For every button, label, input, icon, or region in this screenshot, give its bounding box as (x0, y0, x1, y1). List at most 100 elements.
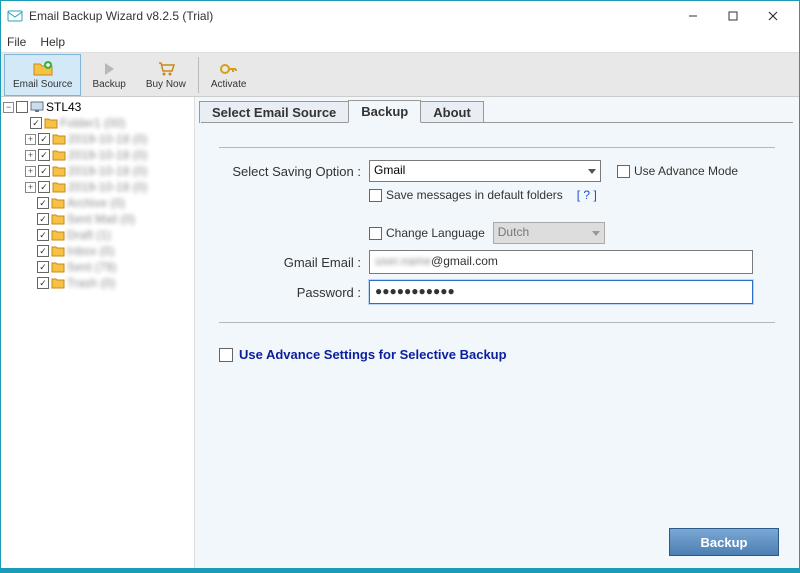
change-language-row: Change Language (369, 226, 485, 240)
folder-icon (51, 213, 65, 225)
tree-item[interactable]: Sent Mail (0) (1, 211, 194, 227)
tree-item-label: Folder1 (00) (60, 116, 125, 130)
menu-file[interactable]: File (7, 35, 26, 49)
advance-mode-checkbox[interactable] (617, 165, 630, 178)
tree-item[interactable]: + 2019-10-18 (0) (1, 131, 194, 147)
checkbox[interactable] (37, 197, 49, 209)
tabs: Select Email Source Backup About (199, 99, 793, 123)
folder-icon (52, 165, 66, 177)
advance-settings-label: Use Advance Settings for Selective Backu… (239, 347, 507, 362)
titlebar: Email Backup Wizard v8.2.5 (Trial) (1, 1, 799, 31)
key-icon (219, 60, 239, 78)
row-saving-option: Select Saving Option : Gmail Use Advance… (219, 160, 775, 182)
tree-item-label: Archive (0) (67, 196, 125, 210)
row-password: Password : ●●●●●●●●●●● (219, 280, 775, 304)
checkbox[interactable] (37, 261, 49, 273)
expand-icon[interactable]: + (25, 134, 36, 145)
save-default-row: Save messages in default folders [ ? ] (369, 188, 597, 202)
tree-item-label: Draft (1) (67, 228, 111, 242)
gmail-email-label: Gmail Email : (219, 255, 369, 270)
tree-item[interactable]: Archive (0) (1, 195, 194, 211)
tree-item[interactable]: Draft (1) (1, 227, 194, 243)
folder-icon (52, 181, 66, 193)
spacer (17, 118, 28, 129)
toolbar: Email Source Backup Buy Now Activate (1, 53, 799, 97)
folder-icon (44, 117, 58, 129)
cart-icon (156, 60, 176, 78)
checkbox[interactable] (38, 133, 50, 145)
tool-label: Backup (92, 79, 125, 90)
maximize-button[interactable] (713, 2, 753, 30)
saving-option-select[interactable]: Gmail (369, 160, 601, 182)
checkbox[interactable] (37, 229, 49, 241)
tool-buy-now[interactable]: Buy Now (137, 54, 195, 96)
folder-plus-icon (33, 60, 53, 78)
tree-item[interactable]: Folder1 (00) (1, 115, 194, 131)
divider (219, 147, 775, 148)
close-button[interactable] (753, 2, 793, 30)
tree-item[interactable]: Inbox (0) (1, 243, 194, 259)
tree-item-label: Trash (0) (67, 276, 115, 290)
tree-item-label: 2019-10-18 (0) (68, 148, 147, 162)
expand-icon[interactable]: + (25, 150, 36, 161)
bottom-bar: Backup (669, 528, 779, 556)
checkbox[interactable] (38, 181, 50, 193)
language-select[interactable]: Dutch (493, 222, 605, 244)
checkbox[interactable] (37, 277, 49, 289)
menubar: File Help (1, 31, 799, 53)
status-strip (1, 568, 799, 572)
save-default-checkbox[interactable] (369, 189, 382, 202)
tool-label: Email Source (13, 79, 72, 90)
checkbox[interactable] (38, 149, 50, 161)
folder-icon (51, 277, 65, 289)
folder-icon (51, 261, 65, 273)
tree-item-label: Inbox (0) (67, 244, 114, 258)
advance-mode-row: Use Advance Mode (617, 164, 738, 178)
menu-help[interactable]: Help (40, 35, 65, 49)
folder-tree[interactable]: − STL43 Folder1 (00) + 2019-10-18 (0) + … (1, 97, 195, 568)
tab-about[interactable]: About (420, 101, 484, 123)
tool-backup[interactable]: Backup (83, 54, 134, 96)
folder-icon (51, 229, 65, 241)
checkbox[interactable] (30, 117, 42, 129)
row-change-language: Change Language Dutch (219, 222, 775, 244)
tool-email-source[interactable]: Email Source (4, 54, 81, 96)
app-icon (7, 8, 23, 24)
row-save-default: Save messages in default folders [ ? ] (219, 188, 775, 202)
change-language-checkbox[interactable] (369, 227, 382, 240)
tree-item[interactable]: + 2019-10-18 (0) (1, 179, 194, 195)
advance-settings-checkbox[interactable] (219, 348, 233, 362)
tree-item-label: 2019-10-18 (0) (68, 132, 147, 146)
row-gmail-email: Gmail Email : user.name@gmail.com (219, 250, 775, 274)
tree-item[interactable]: + 2019-10-18 (0) (1, 147, 194, 163)
gmail-email-input[interactable]: user.name@gmail.com (369, 250, 753, 274)
backup-form: Select Saving Option : Gmail Use Advance… (201, 122, 793, 562)
backup-button[interactable]: Backup (669, 528, 779, 556)
tab-select-source[interactable]: Select Email Source (199, 101, 349, 123)
computer-icon (30, 101, 44, 113)
checkbox[interactable] (37, 213, 49, 225)
window-title: Email Backup Wizard v8.2.5 (Trial) (29, 9, 673, 23)
tool-activate[interactable]: Activate (202, 54, 256, 96)
tab-backup[interactable]: Backup (348, 100, 421, 123)
tree-root[interactable]: − STL43 (1, 99, 194, 115)
collapse-icon[interactable]: − (3, 102, 14, 113)
expand-icon[interactable]: + (25, 166, 36, 177)
toolbar-separator (198, 57, 199, 93)
language-value: Dutch (498, 225, 529, 239)
change-language-label: Change Language (386, 226, 485, 240)
checkbox[interactable] (16, 101, 28, 113)
expand-icon[interactable]: + (25, 182, 36, 193)
checkbox[interactable] (37, 245, 49, 257)
tree-item-label: 2019-10-18 (0) (68, 180, 147, 194)
checkbox[interactable] (38, 165, 50, 177)
tree-item[interactable]: + 2019-10-18 (0) (1, 163, 194, 179)
tree-item[interactable]: Trash (0) (1, 275, 194, 291)
content-area: Select Email Source Backup About Select … (195, 97, 799, 568)
help-link[interactable]: [ ? ] (577, 188, 597, 202)
folder-icon (51, 197, 65, 209)
tree-item[interactable]: Sent (79) (1, 259, 194, 275)
minimize-button[interactable] (673, 2, 713, 30)
advance-settings-row: Use Advance Settings for Selective Backu… (219, 347, 775, 362)
password-input[interactable]: ●●●●●●●●●●● (369, 280, 753, 304)
